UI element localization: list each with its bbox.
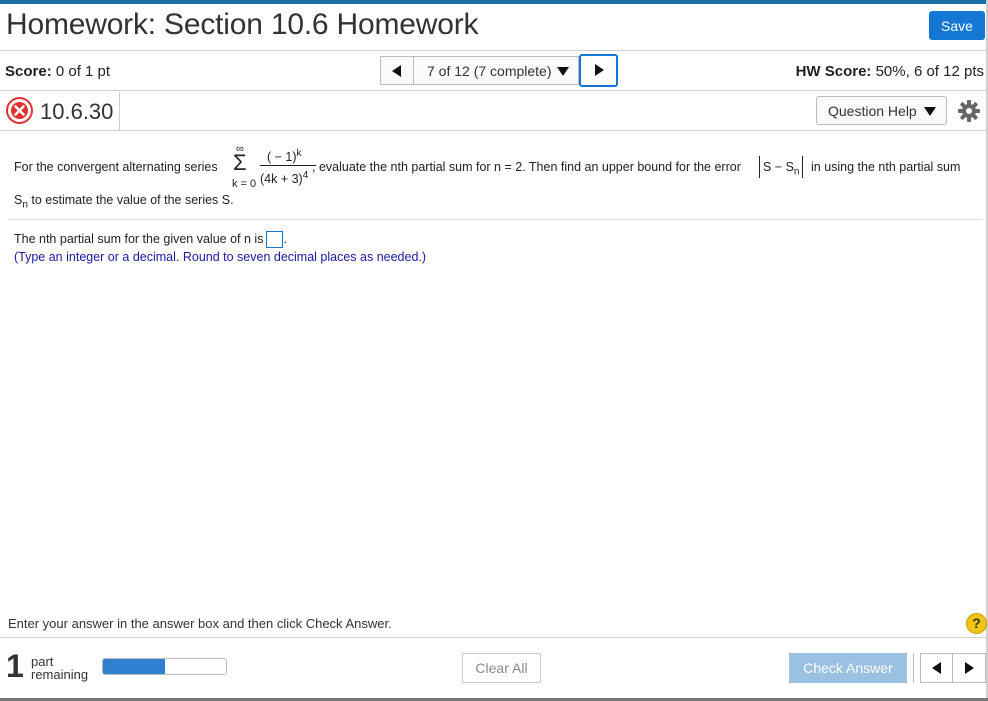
gear-icon[interactable]	[957, 99, 981, 123]
save-button[interactable]: Save	[929, 11, 985, 40]
partial-sum-subscript: n	[22, 199, 28, 211]
footer-next-button[interactable]	[953, 653, 986, 683]
error-expression-subscript: n	[793, 166, 800, 178]
question-text-line2: Sn to estimate the value of the series S…	[14, 193, 234, 211]
answer-suffix: .	[283, 231, 287, 246]
arrow-left-icon	[392, 65, 401, 77]
numerator-base: ( − 1)	[267, 150, 297, 165]
fraction-bar	[260, 165, 316, 166]
answer-instructions: Enter your answer in the answer box and …	[8, 616, 392, 631]
answer-prompt: The nth partial sum for the given value …	[14, 231, 264, 246]
hw-score-value: 50%, 6 of 12 pts	[875, 63, 984, 80]
numerator-exponent: k	[296, 148, 302, 159]
answer-hint: (Type an integer or a decimal. Round to …	[14, 250, 427, 264]
question-selector-label: 7 of 12 (7 complete)	[427, 63, 552, 79]
top-accent-bar	[0, 0, 988, 4]
x-circle-icon	[6, 97, 33, 124]
question-answer-divider	[8, 219, 983, 220]
score-display: Score: 0 of 1 pt	[5, 63, 110, 80]
error-expression: S − Sn	[759, 156, 804, 178]
question-text-intro: For the convergent alternating series	[14, 160, 218, 174]
footer-separator	[913, 653, 914, 683]
help-question-icon[interactable]: ?	[966, 613, 987, 634]
progress-fill	[103, 659, 165, 674]
parts-remaining-line2: remaining	[31, 667, 89, 682]
score-label: Score:	[5, 63, 52, 80]
score-divider	[0, 90, 988, 91]
sigma-lower-limit: k = 0	[232, 178, 257, 190]
arrow-right-icon	[965, 662, 974, 674]
denominator-exponent: 4	[302, 170, 309, 181]
check-answer-button[interactable]: Check Answer	[789, 653, 907, 683]
question-text-line2-rest: to estimate the value of the series S.	[31, 193, 234, 207]
footer-divider	[0, 637, 988, 638]
question-text-middle: , evaluate the nth partial sum for n = 2…	[312, 160, 741, 174]
sigma-symbol: Σ	[233, 150, 247, 175]
hw-score-display: HW Score: 50%, 6 of 12 pts	[796, 63, 984, 80]
header-divider	[0, 50, 988, 51]
fraction-denominator: (4k + 3)4	[260, 170, 308, 186]
parts-remaining-label: part remaining	[31, 655, 88, 681]
clear-all-button[interactable]: Clear All	[462, 653, 541, 683]
question-number: 10.6.30	[40, 99, 114, 124]
page-title: Homework: Section 10.6 Homework	[6, 8, 479, 41]
question-text-end: in using the nth partial sum	[811, 160, 961, 174]
question-help-dropdown[interactable]: Question Help	[816, 96, 947, 125]
error-expression-main: S − S	[763, 160, 794, 174]
question-selector-dropdown[interactable]: 7 of 12 (7 complete)	[414, 56, 579, 85]
answer-input[interactable]	[266, 231, 284, 248]
question-number-area: 10.6.30	[0, 92, 120, 130]
progress-bar	[102, 658, 227, 675]
arrow-left-icon	[932, 662, 941, 674]
parts-remaining-count: 1	[6, 648, 24, 684]
fraction-numerator: ( − 1)k	[267, 148, 302, 164]
series-expression: ∞ Σ k = 0 ( − 1)k (4k + 3)4	[232, 143, 316, 193]
footer-previous-button[interactable]	[920, 653, 953, 683]
score-value: 0 of 1 pt	[55, 63, 111, 80]
next-question-button[interactable]	[579, 54, 618, 87]
question-help-label: Question Help	[828, 103, 917, 119]
chevron-down-icon	[924, 107, 936, 116]
question-header-divider	[0, 130, 988, 131]
arrow-right-icon	[595, 64, 604, 76]
answer-line: The nth partial sum for the given value …	[14, 231, 287, 248]
chevron-down-icon	[557, 67, 569, 76]
previous-question-button[interactable]	[380, 56, 414, 85]
hw-score-label: HW Score:	[795, 63, 872, 80]
denominator-base: (4k + 3)	[260, 172, 303, 187]
